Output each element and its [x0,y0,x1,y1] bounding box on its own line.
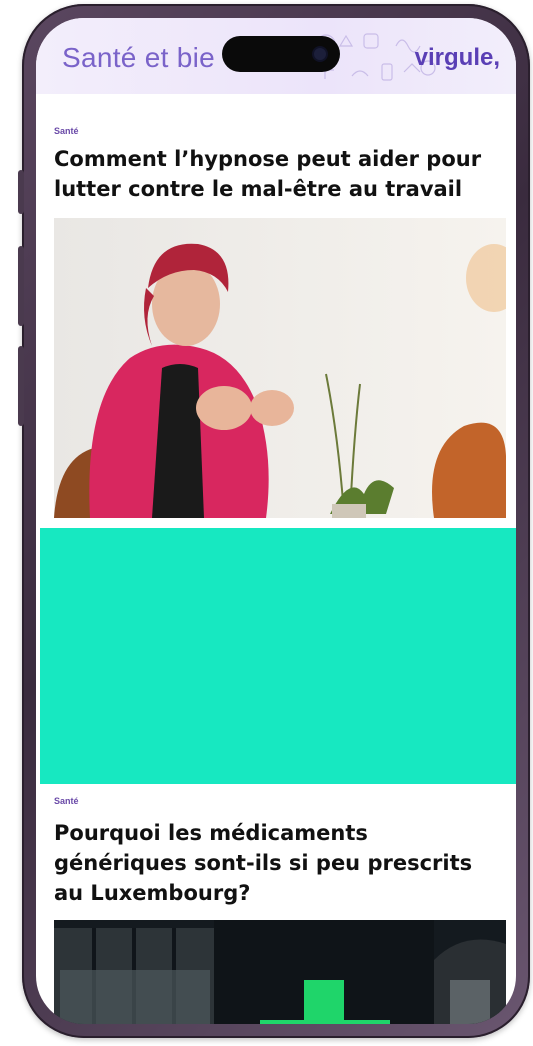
dynamic-island [222,36,340,72]
article-headline[interactable]: Pourquoi les médicaments génériques sont… [54,818,494,908]
article-image[interactable] [54,920,506,1024]
article-category[interactable]: Santé [54,126,79,136]
phone-screen: Santé et bie virgule, Santé Comment l’hy… [36,18,516,1024]
phone-mockup: Santé et bie virgule, Santé Comment l’hy… [0,0,533,1046]
advertisement-banner[interactable] [40,528,516,784]
camera-icon [314,48,326,60]
mute-switch [18,170,24,214]
brand-logo[interactable]: virgule, [415,44,500,72]
article-image[interactable] [54,218,506,518]
section-header: Santé et bie virgule, [36,18,516,94]
article-headline[interactable]: Comment l’hypnose peut aider pour lutter… [54,144,494,204]
volume-up-button [18,246,24,326]
section-title: Santé et bie [62,42,216,73]
volume-down-button [18,346,24,426]
article-category[interactable]: Santé [54,796,79,806]
